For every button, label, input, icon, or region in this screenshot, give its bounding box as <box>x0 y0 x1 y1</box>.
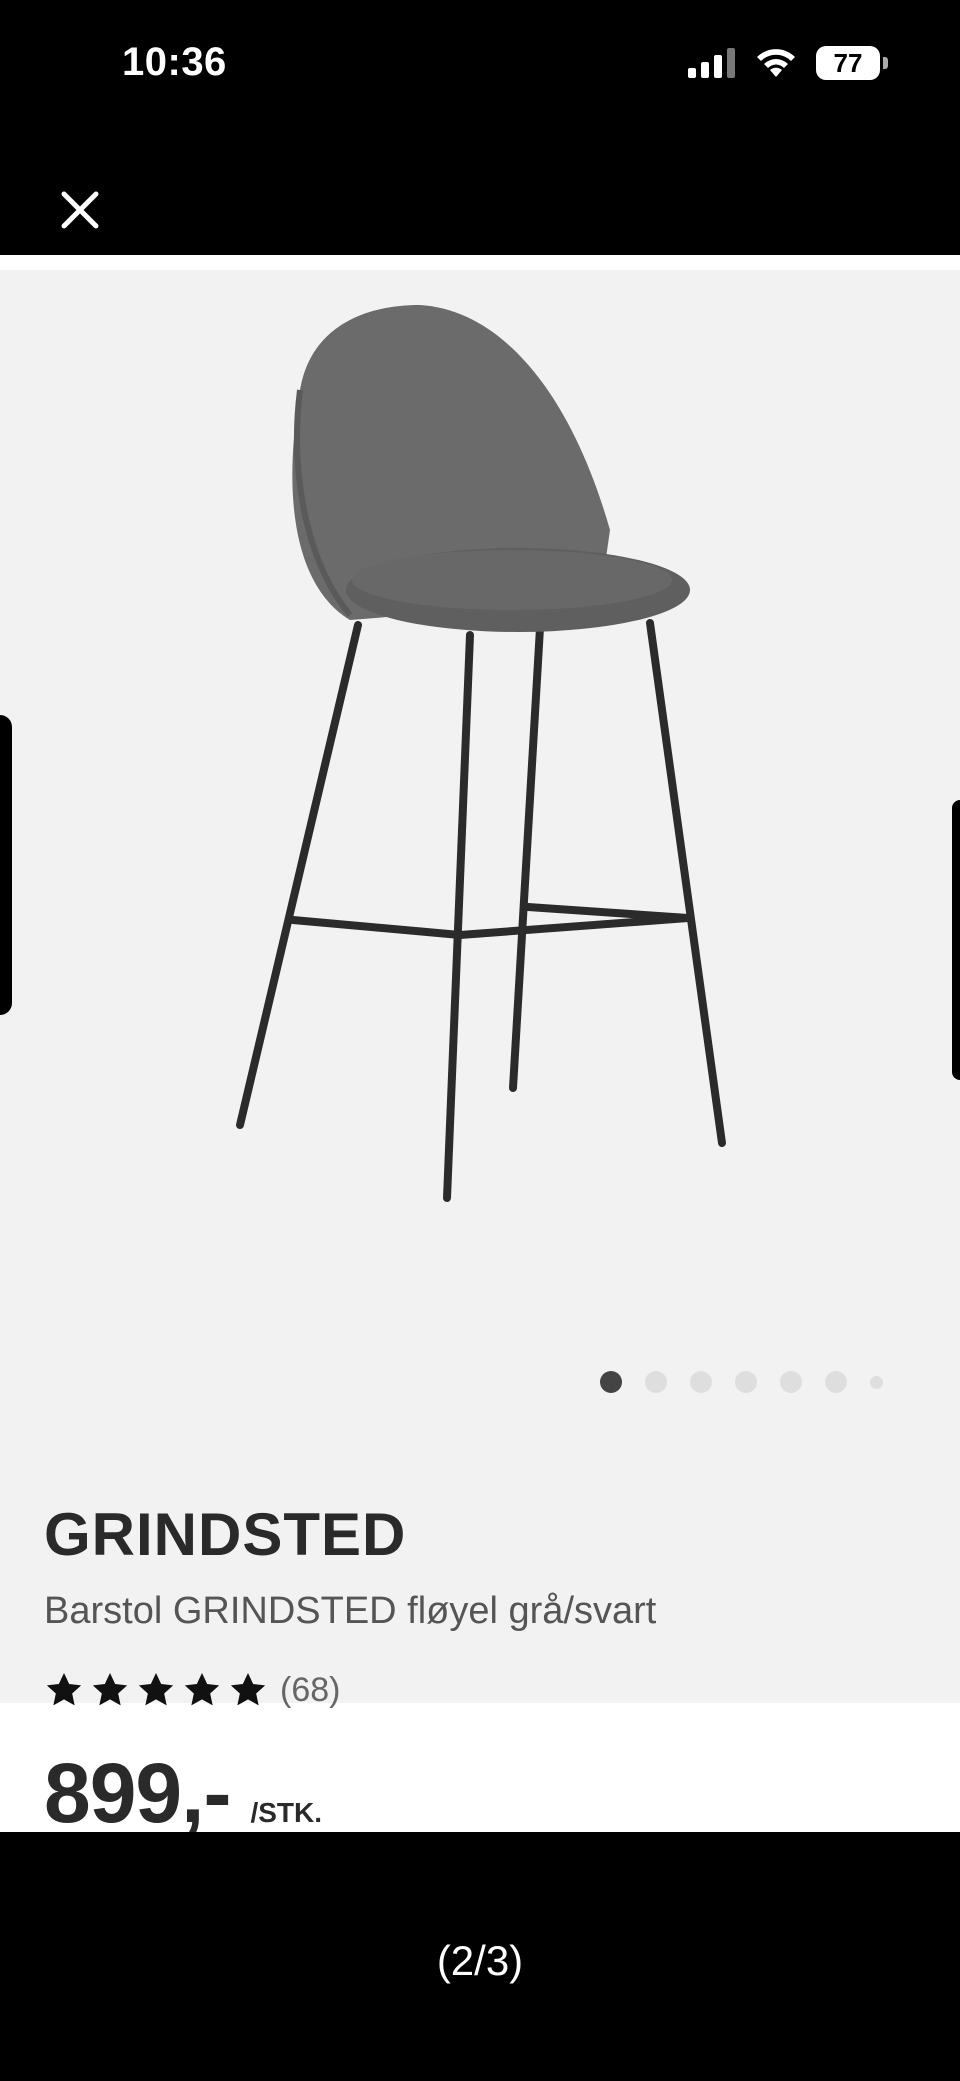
image-pager: (2/3) <box>436 1937 524 1984</box>
close-icon <box>61 191 99 229</box>
carousel-dot[interactable] <box>825 1371 847 1393</box>
carousel-dot[interactable] <box>780 1371 802 1393</box>
status-time: 10:36 <box>122 40 227 84</box>
product-image[interactable] <box>0 270 960 1703</box>
close-button[interactable] <box>58 188 102 232</box>
wifi-icon <box>757 49 795 77</box>
status-icons: 77 <box>688 46 888 80</box>
rating-count: (68) <box>280 1670 341 1709</box>
carousel-dot[interactable] <box>600 1371 622 1393</box>
price-row: 899,- /STK. <box>44 1745 322 1842</box>
carousel-dots <box>600 1371 883 1393</box>
left-edge-shadow <box>0 715 12 1015</box>
battery-tip <box>883 57 888 69</box>
right-edge-shadow <box>952 800 960 1080</box>
star-icon <box>138 1673 174 1706</box>
price-unit: /STK. <box>250 1797 323 1828</box>
status-bar: 10:36 77 <box>0 0 960 130</box>
battery-level: 77 <box>833 47 863 78</box>
star-icon <box>184 1673 220 1706</box>
product-price: 899,- <box>44 1746 231 1840</box>
viewer-top-bar <box>0 130 960 255</box>
carousel-dot[interactable] <box>735 1371 757 1393</box>
rating-stars <box>44 1670 268 1710</box>
bar-stool-image <box>236 305 726 1202</box>
carousel-dot[interactable] <box>645 1371 667 1393</box>
product-description: Barstol GRINDSTED fløyel grå/svart <box>44 1590 657 1632</box>
carousel-dot[interactable] <box>870 1375 883 1389</box>
carousel-dot[interactable] <box>690 1371 712 1393</box>
star-icon <box>230 1673 266 1706</box>
battery-icon: 77 <box>816 46 888 80</box>
product-rating[interactable]: (68) <box>44 1670 340 1710</box>
star-icon <box>92 1673 128 1706</box>
product-brand: GRINDSTED <box>44 1501 407 1568</box>
star-icon <box>46 1673 82 1706</box>
cellular-signal-icon <box>688 48 735 78</box>
